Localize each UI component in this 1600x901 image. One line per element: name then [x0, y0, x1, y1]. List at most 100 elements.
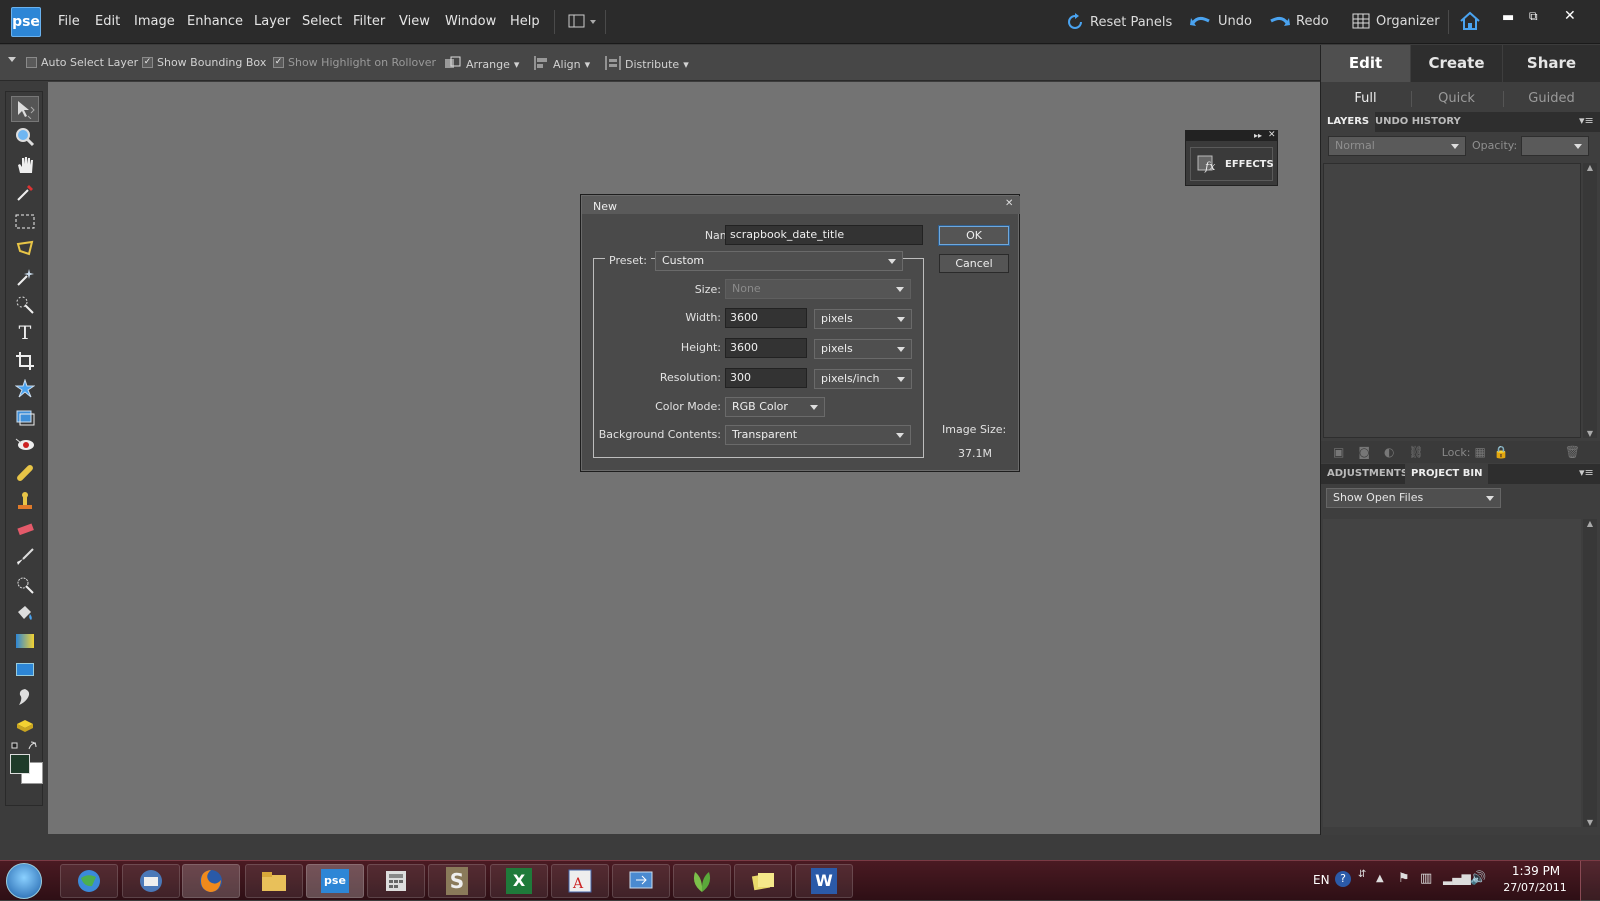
taskbar-leaf-icon[interactable]	[673, 864, 731, 898]
help-icon[interactable]: ?	[1335, 871, 1351, 887]
reset-panels-button[interactable]: Reset Panels	[1066, 13, 1172, 31]
resolution-input[interactable]: 300	[725, 368, 807, 388]
background-contents-select[interactable]: Transparent	[725, 425, 911, 445]
tab-layers[interactable]: LAYERS	[1321, 112, 1376, 132]
arrange-dropdown[interactable]: Arrange ▾	[444, 56, 519, 73]
quick-selection-tool-icon[interactable]	[11, 292, 39, 318]
effects-panel-header[interactable]	[1186, 131, 1277, 141]
menu-help[interactable]: Help	[510, 14, 540, 29]
blend-mode-select[interactable]: Normal	[1328, 136, 1466, 156]
menu-view[interactable]: View	[399, 14, 430, 29]
recompose-tool-icon[interactable]	[11, 404, 39, 430]
highlight-checkbox[interactable]: ✓	[273, 57, 284, 68]
ok-button[interactable]: OK	[939, 226, 1009, 245]
tab-edit[interactable]: Edit	[1321, 45, 1410, 82]
smart-brush-tool-icon[interactable]	[11, 572, 39, 598]
color-mode-select[interactable]: RGB Color	[725, 397, 825, 417]
auto-select-checkbox[interactable]	[26, 57, 37, 68]
shape-tool-icon[interactable]	[11, 656, 39, 682]
paint-bucket-tool-icon[interactable]	[11, 600, 39, 626]
crop-tool-icon[interactable]	[11, 348, 39, 374]
lock-all-icon[interactable]: 🔒	[1494, 445, 1509, 459]
taskbar-thunderbird-icon[interactable]	[122, 864, 180, 898]
size-select[interactable]: None	[725, 279, 911, 299]
effects-button[interactable]: fx EFFECTS	[1190, 147, 1274, 181]
tab-undo-history[interactable]: UNDO HISTORY	[1369, 112, 1467, 132]
workspace-layout-icon[interactable]	[568, 14, 598, 30]
clock-date[interactable]: 27/07/2011	[1500, 881, 1570, 894]
magic-wand-tool-icon[interactable]	[11, 264, 39, 290]
clone-stamp-tool-icon[interactable]	[11, 488, 39, 514]
organizer-button[interactable]: Organizer	[1352, 13, 1440, 29]
distribute-dropdown[interactable]: Distribute ▾	[605, 56, 689, 73]
dialog-close-icon[interactable]: ✕	[1005, 198, 1013, 209]
type-tool-icon[interactable]: T	[11, 320, 39, 346]
taskbar-excel-icon[interactable]: X	[490, 864, 548, 898]
options-menu-icon[interactable]	[8, 57, 16, 62]
panel-menu-icon[interactable]: ▾≡	[1579, 466, 1594, 479]
name-input[interactable]: scrapbook_date_title	[725, 225, 923, 245]
red-eye-tool-icon[interactable]	[11, 432, 39, 458]
gradient-tool-icon[interactable]	[11, 628, 39, 654]
lasso-tool-icon[interactable]	[11, 236, 39, 262]
taskbar-word-icon[interactable]: W	[795, 864, 853, 898]
marquee-tool-icon[interactable]	[11, 208, 39, 234]
sponge-tool-icon[interactable]	[11, 712, 39, 738]
tab-share[interactable]: Share	[1503, 45, 1600, 82]
menu-image[interactable]: Image	[134, 14, 175, 29]
hand-tool-icon[interactable]	[11, 152, 39, 178]
close-icon[interactable]: ✕	[1268, 130, 1276, 140]
power-icon[interactable]: ▥	[1420, 871, 1432, 886]
undo-button[interactable]: Undo	[1190, 13, 1252, 29]
menu-window[interactable]: Window	[445, 14, 496, 29]
height-unit-select[interactable]: pixels	[814, 339, 912, 359]
width-unit-select[interactable]: pixels	[814, 309, 912, 329]
panel-menu-icon[interactable]: ▾≡	[1579, 114, 1594, 127]
menu-file[interactable]: File	[58, 14, 80, 29]
taskbar-globe-icon[interactable]	[60, 864, 118, 898]
menu-layer[interactable]: Layer	[254, 14, 290, 29]
show-highlight-option[interactable]: ✓ Show Highlight on Rollover	[273, 56, 436, 69]
resolution-unit-select[interactable]: pixels/inch	[814, 369, 912, 389]
dialog-titlebar[interactable]	[582, 196, 1020, 214]
start-button[interactable]	[6, 863, 42, 899]
show-files-select[interactable]: Show Open Files	[1326, 488, 1501, 508]
swap-colors-icon[interactable]	[11, 740, 39, 752]
tab-guided[interactable]: Guided	[1503, 87, 1600, 111]
tray-expand-icon[interactable]: ▲	[1376, 873, 1384, 884]
preset-select[interactable]: Custom	[655, 251, 903, 271]
eraser-tool-icon[interactable]	[11, 516, 39, 542]
tab-adjustments[interactable]: ADJUSTMENTS	[1321, 464, 1414, 484]
trash-icon[interactable]: 🗑	[1565, 445, 1580, 459]
taskbar-remote-icon[interactable]	[612, 864, 670, 898]
redo-button[interactable]: Redo	[1268, 13, 1329, 29]
restore-icon[interactable]: ⧉	[1529, 9, 1538, 24]
taskbar-explorer-icon[interactable]	[245, 864, 303, 898]
healing-brush-tool-icon[interactable]	[11, 460, 39, 486]
cancel-button[interactable]: Cancel	[939, 254, 1009, 273]
tab-full[interactable]: Full	[1321, 87, 1410, 111]
tab-project-bin[interactable]: PROJECT BIN	[1405, 464, 1489, 484]
signal-icon[interactable]: ▂▄▆	[1443, 871, 1471, 885]
tab-create[interactable]: Create	[1411, 45, 1502, 82]
eyedropper-tool-icon[interactable]	[11, 180, 39, 206]
taskbar-calculator-icon[interactable]	[367, 864, 425, 898]
action-center-icon[interactable]: ⚑	[1398, 871, 1410, 886]
minimize-icon[interactable]: ▬	[1502, 10, 1514, 25]
blur-tool-icon[interactable]	[11, 684, 39, 710]
close-icon[interactable]: ✕	[1564, 8, 1576, 24]
move-tool-icon[interactable]	[11, 96, 39, 122]
opacity-input[interactable]	[1521, 136, 1589, 156]
menu-enhance[interactable]: Enhance	[187, 14, 243, 29]
bounding-box-checkbox[interactable]: ✓	[142, 57, 153, 68]
new-layer-icon[interactable]: ▣	[1333, 445, 1344, 459]
layers-scrollbar[interactable]: ▲ ▼	[1583, 163, 1597, 438]
collapse-icon[interactable]: ▸▸	[1254, 131, 1262, 141]
adjustment-layer-icon[interactable]: ◐	[1384, 445, 1394, 459]
show-desktop-button[interactable]	[1580, 861, 1600, 901]
taskbar-s-app-icon[interactable]: S	[428, 864, 486, 898]
mask-icon[interactable]: ◙	[1358, 445, 1370, 459]
lock-transparency-icon[interactable]: ▦	[1475, 445, 1486, 459]
volume-icon[interactable]: 🔊	[1470, 871, 1486, 886]
show-bounding-box-option[interactable]: ✓ Show Bounding Box	[142, 56, 266, 69]
